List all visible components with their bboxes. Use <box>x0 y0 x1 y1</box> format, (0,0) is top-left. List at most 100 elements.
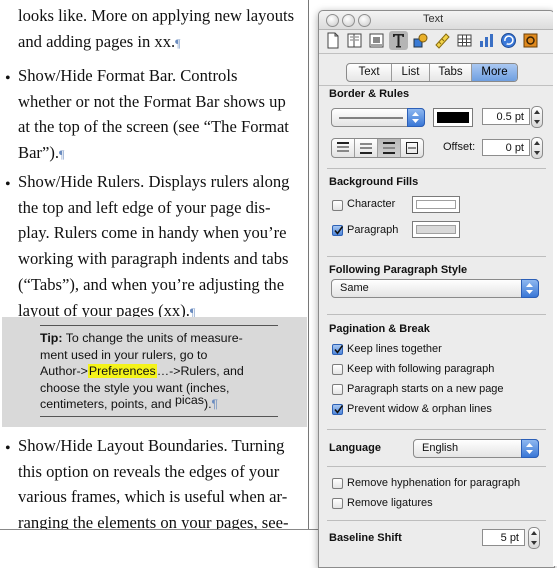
language-label: Language <box>329 442 381 454</box>
tip-text: Tip: To change the units of measure- men… <box>40 330 278 413</box>
document-page[interactable]: looks like. More on applying new layouts… <box>0 0 318 532</box>
wrap-icon[interactable] <box>367 31 386 50</box>
baseline-shift-label: Baseline Shift <box>329 532 402 544</box>
character-fill-checkbox[interactable] <box>332 200 343 211</box>
baseline-shift-field[interactable]: 5 pt <box>482 529 525 546</box>
pagination-heading: Pagination & Break <box>329 323 430 335</box>
page-edge <box>308 0 309 530</box>
doc-line: Show/Hide Layout Boundaries. Turning <box>18 436 285 455</box>
pilcrow-mark: ¶ <box>211 397 218 412</box>
section-divider <box>327 168 546 169</box>
doc-line: (“Tabs”), and when you’re adjusting the <box>18 274 285 294</box>
document-icon[interactable] <box>323 31 342 50</box>
tab-text[interactable]: Text <box>347 64 392 81</box>
bullet-paragraph-rulers: Show/Hide Rulers. Displays rulers along … <box>18 169 312 325</box>
screen-edge <box>553 0 557 566</box>
following-style-heading: Following Paragraph Style <box>329 264 468 276</box>
doc-line: and adding pages in xx. <box>18 31 176 51</box>
tip-rule-bottom <box>40 416 278 417</box>
starts-new-page-checkbox[interactable] <box>332 384 343 395</box>
border-top-bottom-button[interactable] <box>378 139 401 157</box>
zoom-window-button[interactable] <box>358 14 371 27</box>
baseline-shift-stepper[interactable] <box>528 527 540 549</box>
toolbar-divider <box>319 53 554 54</box>
paragraph-fill-label: Paragraph <box>347 224 399 236</box>
character-color-well[interactable] <box>412 196 460 213</box>
link-icon[interactable] <box>499 31 518 50</box>
paragraph-color-sample <box>416 225 456 234</box>
offset-stepper[interactable] <box>531 137 543 159</box>
paragraph-color-well[interactable] <box>412 221 460 238</box>
popup-arrows-icon <box>407 108 425 127</box>
section-divider <box>327 520 546 521</box>
text-icon[interactable] <box>389 31 408 50</box>
pilcrow-mark: ¶ <box>59 147 65 162</box>
text-inspector-panel: Text Text List Tabs More Border & Rules … <box>318 10 555 568</box>
pilcrow-mark: ¶ <box>175 35 181 50</box>
remove-ligatures-label: Remove ligatures <box>347 497 433 509</box>
tab-more[interactable]: More <box>472 64 517 81</box>
tip-line: centimeters, points, and <box>40 397 172 412</box>
inspector-tabs: Text List Tabs More <box>346 63 518 82</box>
keep-lines-together-checkbox[interactable] <box>332 344 344 355</box>
line-style-popup[interactable] <box>331 108 425 127</box>
minimize-window-button[interactable] <box>342 14 355 27</box>
bullet-mark: • <box>5 440 11 457</box>
checkmark-icon <box>334 345 344 354</box>
close-window-button[interactable] <box>326 14 339 27</box>
line-sample-icon <box>339 117 403 119</box>
bullet-paragraph-layout-boundaries: Show/Hide Layout Boundaries. Turning thi… <box>18 433 312 536</box>
remove-hyphenation-checkbox[interactable] <box>332 478 343 489</box>
doc-line: Show/Hide Format Bar. Controls <box>18 66 238 85</box>
tip-line: picas <box>175 393 204 408</box>
background-fills-heading: Background Fills <box>329 176 419 188</box>
tip-line: To change the units of measure- <box>65 331 243 345</box>
following-style-popup[interactable]: Same <box>331 279 539 298</box>
graphic-icon[interactable] <box>411 31 430 50</box>
doc-line: whether or not the Format Bar shows up <box>18 91 286 111</box>
line-color-well[interactable] <box>433 108 473 127</box>
doc-line: various frames, which is useful when ar- <box>18 487 288 507</box>
doc-line: play. Rulers come in handy when you’re <box>18 223 287 243</box>
border-box-button[interactable] <box>401 139 423 157</box>
paragraph-fill-checkbox[interactable] <box>332 225 344 236</box>
layout-icon[interactable] <box>345 31 364 50</box>
border-top-button[interactable] <box>332 139 355 157</box>
following-style-value: Same <box>340 282 369 294</box>
doc-line: at the top of the screen (see “The Forma… <box>18 117 289 137</box>
chart-icon[interactable] <box>477 31 496 50</box>
section-divider <box>327 429 546 430</box>
table-icon[interactable] <box>455 31 474 50</box>
keep-with-following-checkbox[interactable] <box>332 364 343 375</box>
prevent-widow-orphan-label: Prevent widow & orphan lines <box>347 403 492 415</box>
tab-tabs[interactable]: Tabs <box>430 64 472 81</box>
offset-label: Offset: <box>443 141 476 153</box>
language-value: English <box>422 442 459 454</box>
section-divider <box>327 314 546 315</box>
bullet-paragraph-format-bar: Show/Hide Format Bar. Controls whether o… <box>18 63 312 168</box>
line-width-stepper[interactable] <box>531 106 543 128</box>
border-rules-heading: Border & Rules <box>329 88 410 100</box>
language-popup[interactable]: English <box>413 439 539 458</box>
tab-list[interactable]: List <box>392 64 430 81</box>
line-width-field[interactable]: 0.5 pt <box>482 108 530 125</box>
popup-arrows-icon <box>521 439 539 458</box>
doc-line: the top and left edge of your page dis- <box>18 197 271 217</box>
tip-rule-top <box>40 325 278 326</box>
inspector-title-bar[interactable]: Text <box>319 11 554 30</box>
doc-line: looks like. More on applying new layouts <box>18 6 295 25</box>
keep-lines-together-label: Keep lines together <box>347 343 442 355</box>
remove-hyphenation-label: Remove hyphenation for paragraph <box>347 477 521 489</box>
border-bottom-button[interactable] <box>355 139 378 157</box>
character-color-sample <box>416 200 456 209</box>
quicktime-icon[interactable] <box>521 31 540 50</box>
line-color-sample <box>437 112 469 123</box>
remove-ligatures-checkbox[interactable] <box>332 498 343 509</box>
inspector-toolbar <box>319 30 554 52</box>
metrics-icon[interactable] <box>433 31 452 50</box>
tip-line: ). <box>203 397 212 412</box>
keep-with-following-label: Keep with following paragraph <box>347 363 495 375</box>
highlighted-text: Preferences <box>87 364 157 379</box>
offset-field[interactable]: 0 pt <box>482 139 530 156</box>
prevent-widow-orphan-checkbox[interactable] <box>332 404 344 415</box>
